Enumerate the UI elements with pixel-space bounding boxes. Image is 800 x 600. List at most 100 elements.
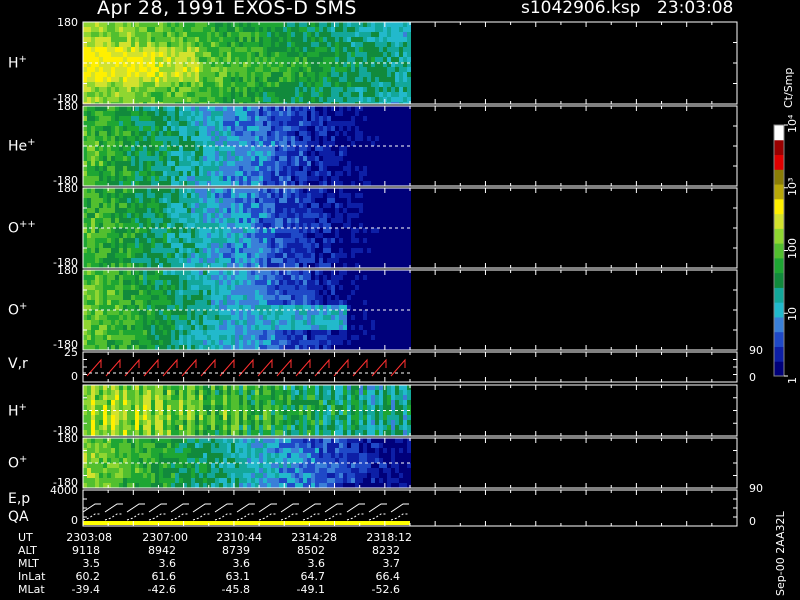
heatmap-cell (387, 218, 391, 223)
heatmap-cell (179, 72, 183, 77)
heatmap-cell (287, 72, 291, 77)
heatmap-cell (143, 166, 147, 171)
heatmap-cell (167, 310, 171, 315)
heatmap-cell (255, 345, 259, 350)
heatmap-cell (343, 166, 347, 171)
heatmap-cell (343, 238, 347, 243)
heatmap-cell (231, 126, 235, 131)
heatmap-cell (387, 243, 391, 248)
heatmap-cell (143, 213, 147, 218)
heatmap-cell (251, 97, 255, 102)
heatmap-cell (367, 203, 371, 208)
heatmap-cell (207, 290, 211, 295)
heatmap-cell (359, 203, 363, 208)
heatmap-cell (155, 42, 159, 47)
heatmap-cell (139, 193, 143, 198)
heatmap-cell (275, 243, 279, 248)
heatmap-cell (231, 340, 235, 345)
heatmap-cell (163, 126, 167, 131)
heatmap-cell (135, 106, 139, 111)
heatmap-cell (299, 67, 303, 72)
heatmap-cell (107, 32, 111, 37)
heatmap-cell (399, 248, 403, 253)
heatmap-cell (239, 335, 243, 340)
heatmap-cell (239, 315, 243, 320)
heatmap-cell (279, 315, 283, 320)
heatmap-cell (211, 141, 215, 146)
heatmap-cell (375, 223, 379, 228)
heatmap-cell (143, 111, 147, 116)
heatmap-cell (215, 193, 219, 198)
heatmap-cell (239, 208, 243, 213)
heatmap-cell (399, 258, 403, 263)
heatmap-cell (387, 87, 391, 92)
heatmap-cell (243, 87, 247, 92)
heatmap-cell (347, 213, 351, 218)
heatmap-cell (119, 233, 123, 238)
heatmap-cell (279, 171, 283, 176)
heatmap-cell (131, 131, 135, 136)
heatmap-cell (351, 82, 355, 87)
heatmap-cell (127, 193, 131, 198)
heatmap-cell (135, 213, 139, 218)
heatmap-cell (303, 263, 307, 268)
heatmap-cell (123, 121, 127, 126)
heatmap-cell (351, 203, 355, 208)
heatmap-cell (263, 47, 267, 52)
heatmap-cell (155, 198, 159, 203)
heatmap-cell (171, 156, 175, 161)
heatmap-cell (247, 57, 251, 62)
heatmap-cell (255, 275, 259, 280)
heatmap-cell (375, 188, 379, 193)
heatmap-cell (111, 188, 115, 193)
heatmap-cell (151, 32, 155, 37)
heatmap-cell (135, 345, 139, 350)
heatmap-cell (195, 141, 199, 146)
heatmap-cell (327, 82, 331, 87)
heatmap-cell (391, 188, 395, 193)
heatmap-cell (175, 166, 179, 171)
heatmap-cell (291, 253, 295, 258)
heatmap-cell (99, 181, 103, 186)
heatmap-cell (263, 228, 267, 233)
heatmap-cell (287, 193, 291, 198)
heatmap-cell (331, 253, 335, 258)
heatmap-cell (263, 290, 267, 295)
heatmap-cell (275, 97, 279, 102)
heatmap-cell (195, 57, 199, 62)
heatmap-cell (103, 92, 107, 97)
heatmap-cell (83, 285, 87, 290)
heatmap-cell (123, 325, 127, 330)
heatmap-cell (211, 300, 215, 305)
heatmap-cell (267, 188, 271, 193)
heatmap-cell (299, 22, 303, 27)
heatmap-cell (383, 121, 387, 126)
heatmap-cell (271, 320, 275, 325)
heatmap-cell (211, 270, 215, 275)
heatmap-cell (115, 213, 119, 218)
heatmap-cell (255, 228, 259, 233)
heatmap-cell (219, 330, 223, 335)
heatmap-cell (239, 330, 243, 335)
heatmap-cell (263, 193, 267, 198)
heatmap-cell (183, 151, 187, 156)
heatmap-cell (391, 203, 395, 208)
heatmap-cell (231, 161, 235, 166)
heatmap-cell (243, 22, 247, 27)
heatmap-cell (243, 340, 247, 345)
heatmap-cell (199, 136, 203, 141)
heatmap-cell (103, 263, 107, 268)
heatmap-cell (363, 72, 367, 77)
heatmap-cell (171, 57, 175, 62)
heatmap-cell (195, 218, 199, 223)
heatmap-cell (155, 52, 159, 57)
heatmap-cell (375, 136, 379, 141)
heatmap-cell (335, 213, 339, 218)
heatmap-cell (287, 111, 291, 116)
heatmap-cell (363, 248, 367, 253)
heatmap-cell (247, 305, 251, 310)
heatmap-cell (131, 258, 135, 263)
heatmap-cell (259, 82, 263, 87)
heatmap-cell (123, 188, 127, 193)
heatmap-cell (311, 253, 315, 258)
